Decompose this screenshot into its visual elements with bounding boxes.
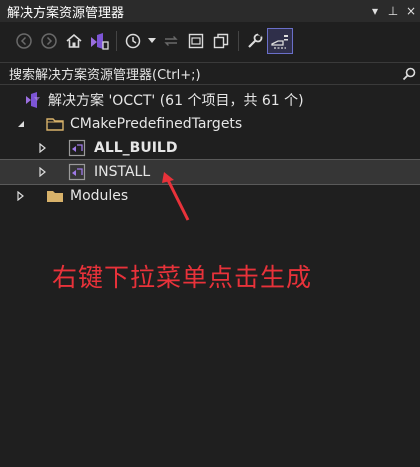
toolbar xyxy=(0,25,420,57)
folder-icon xyxy=(46,115,64,133)
window-title: 解决方案资源管理器 xyxy=(7,5,125,21)
forward-icon[interactable] xyxy=(37,29,61,53)
expanded-arrow-icon[interactable] xyxy=(16,119,26,129)
toolbar-separator xyxy=(116,31,117,51)
toolbar-separator xyxy=(238,31,239,51)
annotation-text: 右键下拉菜单点击生成 xyxy=(52,263,313,292)
solution-label: 解决方案 'OCCT' (61 个项目，共 61 个) xyxy=(48,93,304,109)
vs-solution-icon xyxy=(24,91,42,109)
collapse-all-icon[interactable] xyxy=(184,29,208,53)
vs-solution-icon[interactable] xyxy=(87,29,111,53)
project-label: INSTALL xyxy=(94,164,151,180)
folder-label: CMakePredefinedTargets xyxy=(70,116,243,132)
search-icon[interactable] xyxy=(398,67,420,81)
tree-row-install[interactable]: INSTALL xyxy=(0,159,420,185)
history-icon[interactable] xyxy=(121,29,145,53)
red-arrow-annotation xyxy=(162,172,190,221)
folder-icon xyxy=(46,187,64,205)
folder-label: Modules xyxy=(70,188,129,204)
tree-row-cmake-targets[interactable]: CMakePredefinedTargets xyxy=(0,112,420,136)
cmake-project-icon xyxy=(68,163,86,181)
copy-icon[interactable] xyxy=(209,29,233,53)
back-icon[interactable] xyxy=(12,29,36,53)
dropdown-icon[interactable]: ▾ xyxy=(366,4,384,18)
title-bar: 解决方案资源管理器 ▾ ⊥ × xyxy=(0,0,420,22)
collapsed-arrow-icon[interactable] xyxy=(38,143,48,153)
tree-row-solution[interactable]: 解决方案 'OCCT' (61 个项目，共 61 个) xyxy=(0,88,420,112)
preview-icon[interactable] xyxy=(267,28,293,54)
search-bar[interactable]: 搜索解决方案资源管理器(Ctrl+;) xyxy=(0,62,420,85)
sync-icon[interactable] xyxy=(159,29,183,53)
collapsed-arrow-icon[interactable] xyxy=(16,191,26,201)
project-label: ALL_BUILD xyxy=(94,140,178,156)
cmake-project-icon xyxy=(68,139,86,157)
pin-icon[interactable]: ⊥ xyxy=(384,4,402,18)
collapsed-arrow-icon[interactable] xyxy=(38,167,48,177)
home-icon[interactable] xyxy=(62,29,86,53)
tree-row-modules[interactable]: Modules xyxy=(0,184,420,208)
wrench-icon[interactable] xyxy=(243,29,267,53)
close-icon[interactable]: × xyxy=(402,4,420,18)
tree-row-all-build[interactable]: ALL_BUILD xyxy=(0,136,420,160)
search-input[interactable]: 搜索解决方案资源管理器(Ctrl+;) xyxy=(0,64,398,83)
chevron-down-icon[interactable] xyxy=(146,29,158,53)
